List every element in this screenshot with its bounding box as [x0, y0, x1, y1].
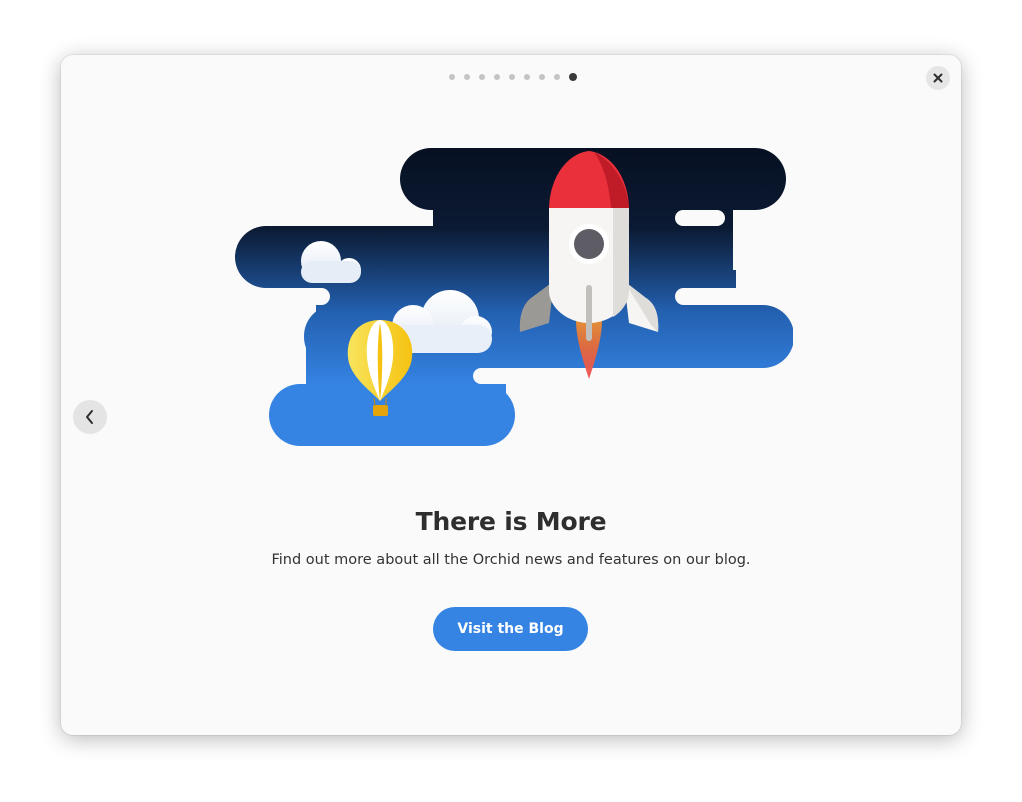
visit-blog-button[interactable]: Visit the Blog — [433, 607, 588, 651]
chevron-left-icon — [86, 410, 93, 424]
page-dot[interactable] — [554, 74, 560, 80]
welcome-window: There is More Find out more about all th… — [61, 55, 961, 735]
page-description: Find out more about all the Orchid news … — [271, 552, 751, 568]
previous-page-button[interactable] — [73, 400, 107, 434]
page-title: There is More — [415, 507, 607, 536]
close-button[interactable] — [926, 66, 950, 90]
page-dot-active[interactable] — [569, 73, 577, 81]
page-dot[interactable] — [524, 74, 530, 80]
rocket-launch-illustration — [235, 148, 793, 446]
close-icon — [933, 73, 943, 83]
page-dot[interactable] — [539, 74, 545, 80]
page-dot[interactable] — [509, 74, 515, 80]
page-dot[interactable] — [479, 74, 485, 80]
page-indicator — [61, 73, 961, 81]
page-dot[interactable] — [464, 74, 470, 80]
page-dot[interactable] — [449, 74, 455, 80]
page-dot[interactable] — [494, 74, 500, 80]
